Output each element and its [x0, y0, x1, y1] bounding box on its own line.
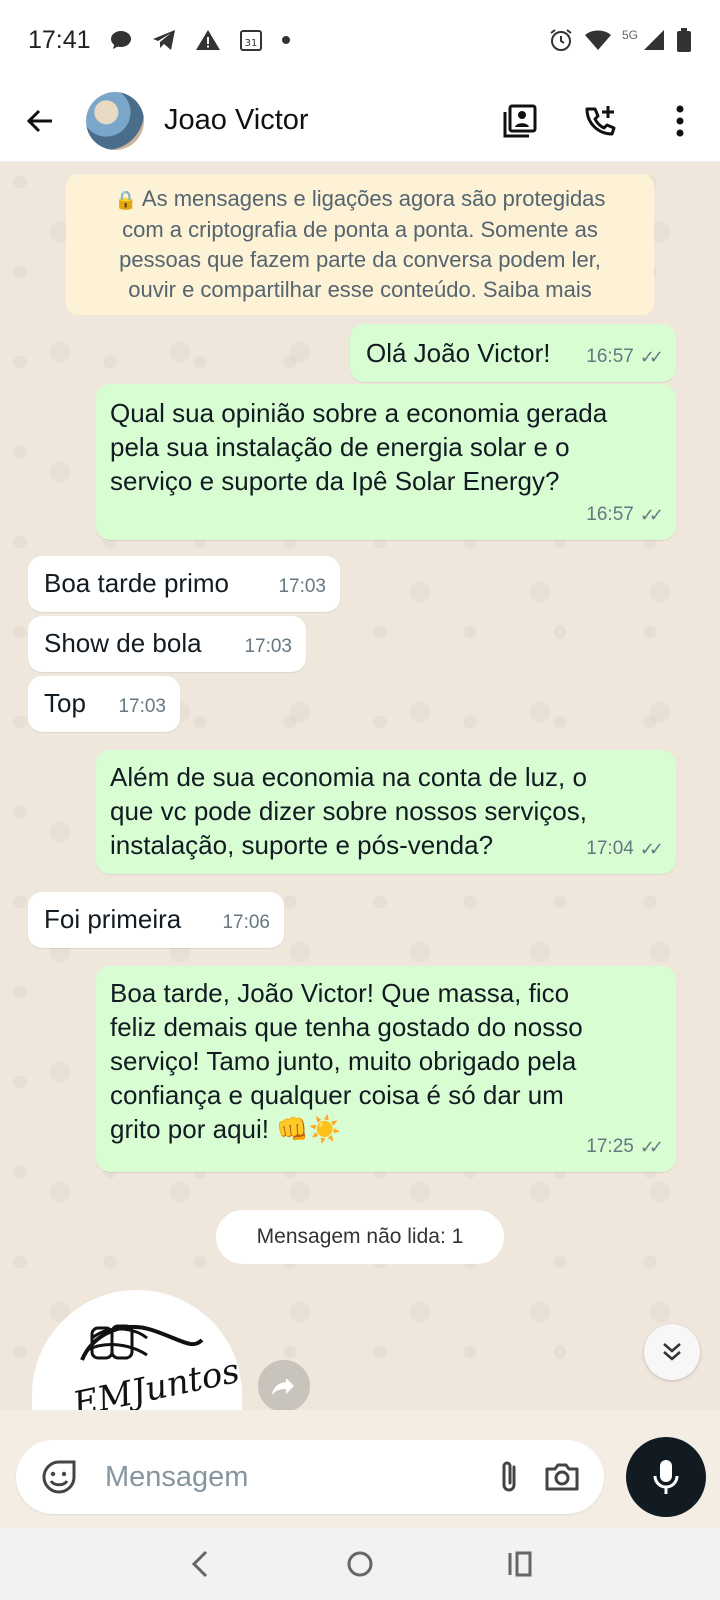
forward-button[interactable]: [258, 1360, 310, 1410]
unread-divider: Mensagem não lida: 1: [216, 1210, 504, 1264]
message-bubble-incoming[interactable]: Boa tarde primo 17:03: [28, 556, 340, 612]
nav-recents-button[interactable]: [490, 1534, 550, 1594]
notice-line: pessoas que fazem parte da conversa pode…: [119, 247, 601, 272]
microphone-icon: [653, 1460, 679, 1494]
add-call-icon: [585, 105, 616, 135]
status-bar: 17:41 31 5G: [0, 0, 720, 80]
message-text: pela sua instalação de energia solar e o: [110, 432, 570, 462]
message-meta: 17:06: [222, 906, 270, 940]
nav-home-icon: [347, 1551, 373, 1577]
double-check-icon: ✓✓: [639, 839, 664, 859]
system-nav-bar: [0, 1528, 720, 1600]
message-time: 17:03: [244, 636, 292, 657]
message-text: serviço! Tamo junto, muito obrigado pela: [110, 1046, 577, 1076]
calendar-icon: 31: [239, 28, 263, 52]
double-chevron-down-icon: [663, 1343, 681, 1361]
sticker-emoji-icon: [42, 1460, 75, 1494]
message-meta: 17:03: [244, 630, 292, 664]
nav-home-button[interactable]: [330, 1534, 390, 1594]
warning-icon: [195, 28, 221, 52]
forward-icon: [272, 1378, 294, 1395]
sticker-message[interactable]: EMJuntos: [32, 1290, 242, 1410]
message-time: 17:03: [118, 696, 166, 717]
dot-icon: [281, 35, 291, 45]
paperclip-icon: [502, 1461, 515, 1492]
message-bubble-incoming[interactable]: Foi primeira 17:06: [28, 892, 284, 948]
add-call-button[interactable]: [560, 80, 640, 162]
message-bubble-incoming[interactable]: Top 17:03: [28, 676, 180, 732]
message-text: serviço e suporte da Ipê Solar Energy?: [110, 466, 560, 496]
lock-icon: 🔒: [114, 190, 137, 210]
battery-icon: [676, 27, 692, 53]
status-time: 17:41: [28, 25, 91, 54]
camera-button[interactable]: [535, 1449, 588, 1505]
message-bubble-outgoing[interactable]: Além de sua economia na conta de luz, o …: [96, 750, 676, 874]
contact-card-button[interactable]: [480, 80, 560, 162]
message-meta: 17:03: [278, 570, 326, 604]
encryption-notice[interactable]: 🔒 As mensagens e ligações agora são prot…: [66, 174, 654, 315]
message-time: 17:06: [222, 912, 270, 933]
attach-button[interactable]: [482, 1449, 535, 1505]
message-time: 16:57: [586, 504, 634, 525]
message-meta: 16:57 ✓✓: [586, 498, 664, 532]
message-time: 17:25: [586, 1136, 634, 1157]
chat-bubble-icon: [109, 28, 133, 52]
message-meta: 16:57 ✓✓: [586, 340, 664, 374]
more-options-button[interactable]: [640, 80, 720, 162]
message-text: Além de sua economia na conta de luz, o: [110, 762, 587, 792]
signal-icon: [642, 28, 666, 52]
chat-header: Joao Victor: [0, 80, 720, 162]
double-check-icon: ✓✓: [639, 347, 664, 367]
camera-icon: [545, 1463, 578, 1491]
nav-back-button[interactable]: [170, 1534, 230, 1594]
back-button[interactable]: [0, 80, 80, 162]
more-vert-icon: [676, 105, 684, 136]
notice-line: com a criptografia de ponta a ponta. Som…: [122, 217, 598, 242]
avatar[interactable]: [86, 91, 144, 150]
network-label: 5G: [621, 28, 638, 42]
double-check-icon: ✓✓: [639, 1137, 664, 1157]
contact-card-icon: [503, 104, 537, 137]
nav-recents-icon: [508, 1551, 532, 1577]
message-bubble-outgoing[interactable]: Qual sua opinião sobre a economia gerada…: [96, 384, 676, 540]
message-text: Boa tarde, João Victor! Que massa, fico: [110, 978, 570, 1008]
scroll-to-bottom-button[interactable]: [644, 1324, 700, 1380]
message-composer: [16, 1440, 604, 1514]
message-meta: 17:04 ✓✓: [586, 832, 664, 866]
message-time: 17:04: [586, 838, 634, 859]
message-time: 16:57: [586, 346, 634, 367]
message-time: 17:03: [278, 576, 326, 597]
notice-line: As mensagens e ligações agora são proteg…: [141, 186, 606, 211]
telegram-icon: [151, 28, 177, 52]
message-bubble-outgoing[interactable]: Olá João Victor! 16:57 ✓✓: [350, 324, 676, 382]
voice-record-button[interactable]: [626, 1437, 706, 1517]
message-bubble-outgoing[interactable]: Boa tarde, João Victor! Que massa, fico …: [96, 966, 676, 1172]
arrow-back-icon: [26, 109, 52, 132]
message-input[interactable]: [105, 1447, 482, 1507]
sticker-button[interactable]: [32, 1449, 85, 1505]
message-bubble-incoming[interactable]: Show de bola 17:03: [28, 616, 306, 672]
alarm-icon: [548, 27, 574, 53]
calendar-day: 31: [244, 38, 257, 49]
wifi-icon: [584, 28, 612, 52]
notice-line: ouvir e compartilhar esse conteúdo. Saib…: [128, 277, 592, 302]
chat-area[interactable]: 🔒 As mensagens e ligações agora são prot…: [0, 162, 720, 1410]
double-check-icon: ✓✓: [639, 505, 664, 525]
nav-back-icon: [191, 1550, 208, 1578]
message-text: feliz demais que tenha gostado do nosso: [110, 1012, 583, 1042]
message-text: confiança e qualquer coisa é só dar um: [110, 1080, 564, 1110]
message-meta: 17:25 ✓✓: [586, 1130, 664, 1164]
message-text: Qual sua opinião sobre a economia gerada: [110, 398, 608, 428]
message-meta: 17:03: [118, 690, 166, 724]
contact-name[interactable]: Joao Victor: [164, 104, 309, 137]
message-text: que vc pode dizer sobre nossos serviços,: [110, 796, 587, 826]
